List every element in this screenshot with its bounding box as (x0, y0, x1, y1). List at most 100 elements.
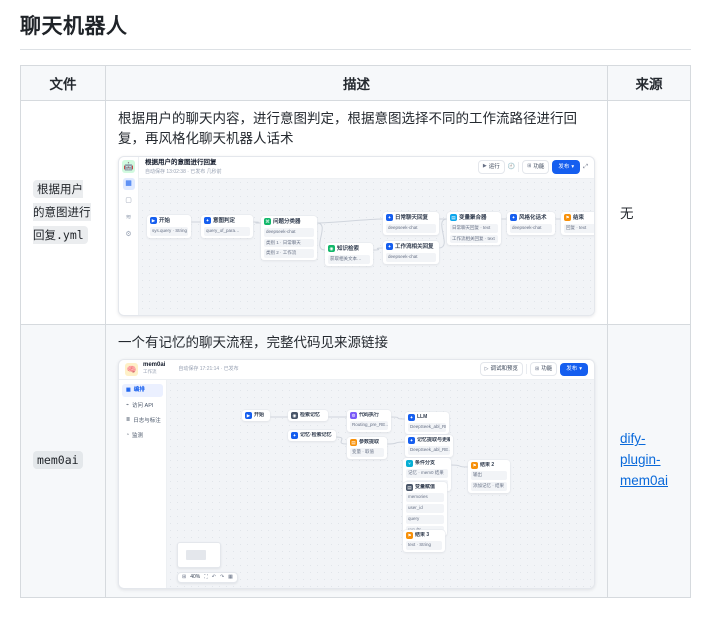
sidebar-item-api[interactable]: ⌁ 访问 API (122, 399, 163, 412)
node-type-icon: ✦ (408, 437, 415, 444)
node-label: 变量聚合器 (459, 214, 487, 221)
workflow-node-style[interactable]: ✦ 风格化话术 deepseek-chat (507, 211, 555, 235)
api-icon: ⌁ (126, 401, 130, 408)
features-button[interactable]: ⊞ 功能 (522, 159, 550, 175)
source-text: 无 (620, 206, 634, 222)
monitor-icon: ◔ (126, 432, 130, 439)
workflow-node-llm_daily[interactable]: ✦ 日常聊天回复 deepseek-chat (383, 211, 439, 235)
sidebar-item-monitor[interactable]: ◔ 监测 (122, 430, 163, 443)
source-cell: dify-plugin-mem0ai (607, 323, 691, 598)
grid-icon: ⊞ (527, 163, 532, 170)
node-detail: memories (406, 493, 444, 502)
node-label: 意图判定 (213, 217, 236, 224)
node-type-icon: ⚙ (350, 412, 357, 419)
node-type-icon: ⑂ (406, 460, 413, 467)
node-type-icon: ◉ (291, 412, 298, 419)
workflow-node-mem_get[interactable]: ◉ 检索记忆 (288, 409, 328, 422)
preview-icon[interactable]: ▢ (123, 195, 135, 207)
workflow-node-aggregator[interactable]: ▤ 变量聚合器 日常聊天回复 · text 工作流相关回复 · text (447, 211, 501, 246)
node-detail: DeepSeek_abl_RE… (408, 423, 446, 432)
divider (518, 162, 520, 172)
play-icon: ▶ (482, 163, 487, 170)
node-detail: sys.query · String (150, 226, 188, 236)
col-header-desc: 描述 (105, 65, 608, 101)
node-type-icon: ⚑ (564, 214, 571, 222)
node-detail: 类别 1 · 日常聊天 (264, 238, 314, 248)
workflow-node-start[interactable]: ▶ 开始 sys.query · String (147, 214, 191, 238)
node-label: 结束 (573, 214, 585, 221)
node-detail: 日常聊天回复 · text (450, 223, 498, 233)
node-type-icon: ⚑ (406, 532, 413, 539)
workflow-screenshot-1: 🤖 ▦ ▢ ≋ ⚙ 根据用户的意图进行回复 自动保存 13:02:38 · 已发… (118, 155, 595, 316)
source-link[interactable]: dify-plugin-mem0ai (620, 431, 668, 488)
workflow-node-retrieval[interactable]: ◉ 知识检索 获取相关文本… (325, 242, 373, 266)
node-type-icon: ⚑ (471, 462, 478, 469)
workflow-node-assigner[interactable]: ▤变量赋值memoriesuser_idqueryresults (403, 481, 447, 537)
node-type-icon: ✦ (386, 243, 393, 251)
node-type-icon: ✦ (204, 217, 211, 225)
node-detail: query_of_para… (204, 226, 250, 236)
node-label: 代码执行 (359, 411, 380, 418)
workflow-node-end3[interactable]: ⚑ 结束 3 text · String (403, 529, 445, 552)
workflow-autosave-status: 自动保存 13:02:38 · 已发布 几秒前 (145, 168, 222, 175)
workflow-canvas-1[interactable]: ▶ 开始 sys.query · String ✦ 意图判定 query_of_para…… (139, 178, 594, 315)
table-row: mem0ai 一个有记忆的聊天流程，完整代码见来源链接 🧠 mem0ai 工作流… (20, 323, 691, 598)
node-label: 风格化话术 (519, 214, 547, 221)
logs-icon[interactable]: ≋ (123, 212, 135, 224)
workflow-node-code[interactable]: ⚙ 代码执行 Routing_pre_RE… (347, 409, 391, 432)
workflow-node-llm1[interactable]: ✦LLM DeepSeek_abl_RE… (405, 411, 449, 434)
app-avatar: 🧠 (125, 362, 138, 376)
node-detail: deepseek-chat (386, 252, 436, 262)
node-detail: DeepSeek_abl_RE… (408, 446, 450, 455)
description-text: 一个有记忆的聊天流程，完整代码见来源链接 (118, 334, 388, 350)
workflow-node-start[interactable]: ▶ 开始 (242, 409, 270, 422)
workflow-canvas-2[interactable]: ⊞ 40% ⛶ ↶ ↷ ▦ ▶ 开始 ◉ 检索记忆 ✦ 记忆·检索记忆 ⚙ 代码执行 Routi… (167, 379, 594, 588)
node-detail: deepseek-chat (510, 223, 552, 233)
node-detail: deepseek-chat (386, 223, 436, 233)
orchestrate-icon[interactable]: ▦ (122, 177, 135, 190)
debug-icon: ▷ (484, 365, 489, 372)
node-label: 知识检索 (337, 245, 360, 252)
app-icon-rail: 🤖 ▦ ▢ ≋ ⚙ (119, 156, 139, 315)
workflow-node-llm2[interactable]: ✦ 记忆提取与更新 DeepSeek_abl_RE… (405, 434, 453, 457)
node-type-icon: ✦ (291, 432, 298, 439)
col-header-file: 文件 (20, 65, 106, 101)
chevron-down-icon: ▾ (579, 366, 582, 373)
node-detail: Routing_pre_RE… (350, 421, 388, 430)
sidebar-item-logs[interactable]: ≣ 日志与标注 (122, 414, 163, 427)
node-type-icon: ✦ (386, 214, 393, 222)
node-type-icon: ◉ (328, 245, 335, 253)
workflow-node-classifier[interactable]: ⌘ 问题分类器 deepseek-chat 类别 1 · 日常聊天 类别 2 · 工作流 (261, 215, 317, 260)
workflow-node-intent[interactable]: ✦ 意图判定 query_of_para… (201, 214, 253, 238)
settings-icon[interactable]: ⚙ (123, 229, 135, 241)
sidebar-item-orchestrate[interactable]: ▦ 编排 (122, 383, 163, 397)
workflow-node-mem_node[interactable]: ✦ 记忆·检索记忆 (288, 429, 336, 442)
node-detail: 回复 · text (564, 223, 594, 233)
description-cell: 根据用户的聊天内容，进行意图判定，根据意图选择不同的工作流路径进行回复，再风格化… (105, 100, 608, 325)
file-cell: 根据用户的意图进行回复.yml (20, 100, 106, 325)
app-avatar: 🤖 (122, 159, 135, 173)
file-cell: mem0ai (20, 323, 106, 598)
node-label: 问题分类器 (273, 218, 301, 225)
expand-icon[interactable]: ⤢ (583, 163, 588, 172)
workflow-node-extractor[interactable]: ▤ 参数提取 变量 · 取值 (347, 436, 387, 459)
table-header-row: 文件 描述 来源 (20, 65, 691, 101)
node-type-icon: ▤ (406, 484, 413, 491)
run-button[interactable]: ▶ 运行 (477, 159, 505, 175)
history-icon[interactable]: 🕘 (508, 163, 515, 172)
workflow-node-end2[interactable]: ⚑ 结束 2 输出 添加记忆 · 结果 (468, 459, 510, 493)
node-type-icon: ✦ (510, 214, 517, 222)
node-label: 结束 2 (480, 461, 495, 468)
workflow-node-llm_work[interactable]: ✦ 工作流相关回复 deepseek-chat (383, 240, 439, 264)
debug-preview-button[interactable]: ▷ 调试和预览 (479, 362, 523, 377)
workflow-node-end[interactable]: ⚑ 结束回复 · text (561, 211, 594, 235)
node-label: 记忆提取与更新 (417, 436, 450, 443)
publish-button[interactable]: 发布 ▾ (560, 362, 588, 376)
node-detail: 输出 (471, 471, 507, 480)
node-detail: 工作流相关回复 · text (450, 234, 498, 244)
node-type-icon: ⌘ (264, 218, 271, 226)
publish-button[interactable]: 发布 ▾ (552, 160, 581, 174)
description-cell: 一个有记忆的聊天流程，完整代码见来源链接 🧠 mem0ai 工作流 自动保存 1… (105, 323, 608, 598)
features-button[interactable]: ⊞ 功能 (530, 362, 558, 377)
file-name-code: 根据用户的意图进行回复.yml (33, 179, 91, 244)
